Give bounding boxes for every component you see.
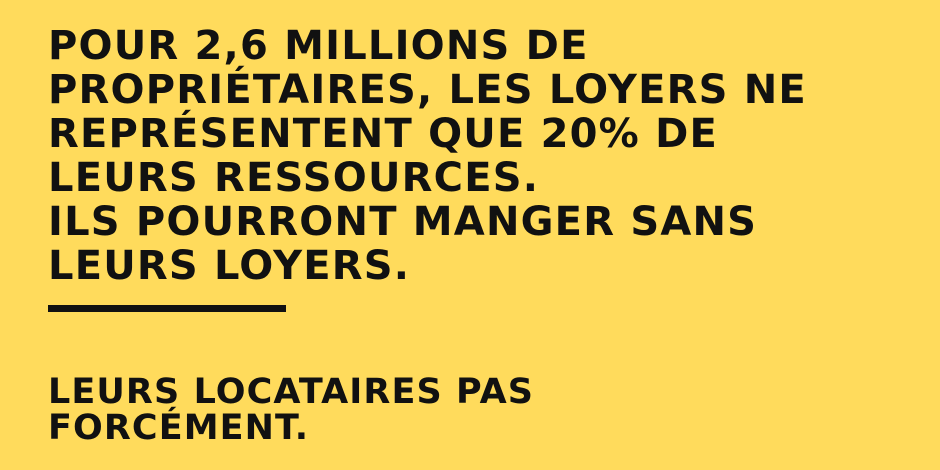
divider-line: [48, 305, 286, 312]
headline: POUR 2,6 MILLIONS DE PROPRIÉTAIRES, LES …: [48, 24, 908, 288]
headline-line-4: LEURS RESSOURCES.: [48, 155, 540, 201]
headline-line-1: POUR 2,6 MILLIONS DE: [48, 23, 589, 69]
headline-line-3: REPRÉSENTENT QUE 20% DE: [48, 111, 719, 157]
headline-line-2: PROPRIÉTAIRES, LES LOYERS NE: [48, 67, 807, 113]
footer-text: LEURS LOCATAIRES PAS FORCÉMENT.: [48, 374, 908, 446]
headline-line-6: LEURS LOYERS.: [48, 243, 411, 289]
quote-card: POUR 2,6 MILLIONS DE PROPRIÉTAIRES, LES …: [0, 0, 940, 470]
footer-line-1: LEURS LOCATAIRES PAS: [48, 372, 535, 412]
footer-line-2: FORCÉMENT.: [48, 408, 310, 448]
headline-line-5: ILS POURRONT MANGER SANS: [48, 199, 758, 245]
